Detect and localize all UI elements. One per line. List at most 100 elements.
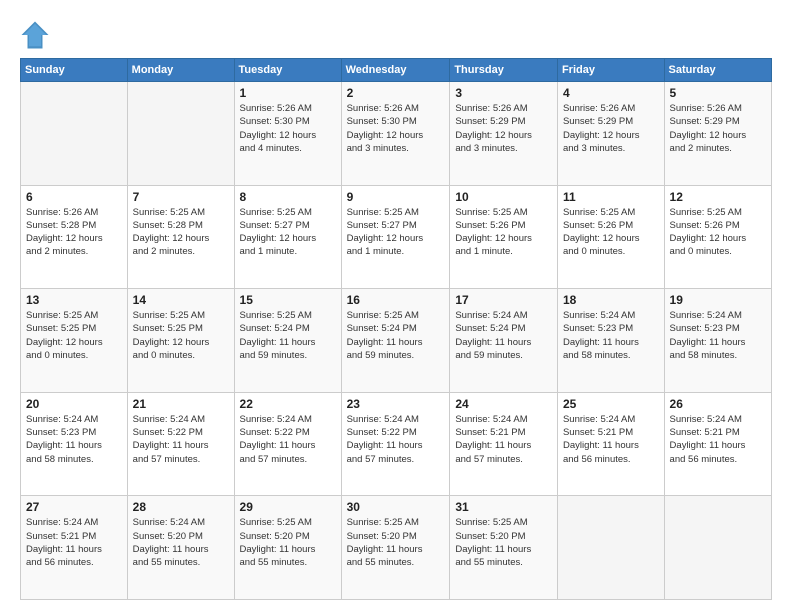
day-detail: Sunrise: 5:26 AM Sunset: 5:29 PM Dayligh… [455,102,552,155]
day-number: 3 [455,86,552,100]
day-detail: Sunrise: 5:24 AM Sunset: 5:24 PM Dayligh… [455,309,552,362]
calendar-cell: 28 Sunrise: 5:24 AM Sunset: 5:20 PM Dayli… [127,496,234,600]
calendar-cell: 2 Sunrise: 5:26 AM Sunset: 5:30 PM Daylig… [341,82,450,186]
weekday-header-wednesday: Wednesday [341,59,450,82]
weekday-header-monday: Monday [127,59,234,82]
day-detail: Sunrise: 5:25 AM Sunset: 5:25 PM Dayligh… [133,309,229,362]
calendar: SundayMondayTuesdayWednesdayThursdayFrid… [20,58,772,600]
day-number: 21 [133,397,229,411]
calendar-cell: 17Sunrise: 5:24 AM Sunset: 5:24 PM Dayli… [450,289,558,393]
weekday-header-tuesday: Tuesday [234,59,341,82]
calendar-cell: 29Sunrise: 5:25 AM Sunset: 5:20 PM Dayli… [234,496,341,600]
day-number: 25 [563,397,659,411]
day-detail: Sunrise: 5:24 AM Sunset: 5:23 PM Dayligh… [670,309,766,362]
calendar-cell [664,496,771,600]
day-number: 13 [26,293,122,307]
day-number: 14 [133,293,229,307]
logo [20,20,54,50]
day-detail: Sunrise: 5:24 AM Sunset: 5:21 PM Dayligh… [26,516,122,569]
calendar-cell: 9 Sunrise: 5:25 AM Sunset: 5:27 PM Daylig… [341,185,450,289]
day-number: 28 [133,500,229,514]
page: SundayMondayTuesdayWednesdayThursdayFrid… [0,0,792,612]
day-number: 9 [347,190,445,204]
calendar-cell: 1Sunrise: 5:26 AM Sunset: 5:30 PM Daylig… [234,82,341,186]
calendar-cell: 4 Sunrise: 5:26 AM Sunset: 5:29 PM Daylig… [557,82,664,186]
calendar-cell [557,496,664,600]
day-detail: Sunrise: 5:25 AM Sunset: 5:26 PM Dayligh… [563,206,659,259]
day-detail: Sunrise: 5:25 AM Sunset: 5:27 PM Dayligh… [347,206,445,259]
day-number: 18 [563,293,659,307]
calendar-cell: 18 Sunrise: 5:24 AM Sunset: 5:23 PM Dayli… [557,289,664,393]
day-number: 23 [347,397,445,411]
weekday-header-saturday: Saturday [664,59,771,82]
calendar-cell: 15Sunrise: 5:25 AM Sunset: 5:24 PM Dayli… [234,289,341,393]
calendar-cell: 6 Sunrise: 5:26 AM Sunset: 5:28 PM Daylig… [21,185,128,289]
day-number: 12 [670,190,766,204]
calendar-cell: 21 Sunrise: 5:24 AM Sunset: 5:22 PM Dayli… [127,392,234,496]
weekday-header-sunday: Sunday [21,59,128,82]
calendar-cell: 26Sunrise: 5:24 AM Sunset: 5:21 PM Dayli… [664,392,771,496]
calendar-cell [21,82,128,186]
calendar-cell: 12Sunrise: 5:25 AM Sunset: 5:26 PM Dayli… [664,185,771,289]
day-detail: Sunrise: 5:26 AM Sunset: 5:28 PM Dayligh… [26,206,122,259]
day-number: 27 [26,500,122,514]
logo-icon [20,20,50,50]
week-row-5: 27 Sunrise: 5:24 AM Sunset: 5:21 PM Dayli… [21,496,772,600]
day-number: 15 [240,293,336,307]
calendar-cell: 13 Sunrise: 5:25 AM Sunset: 5:25 PM Dayli… [21,289,128,393]
week-row-1: 1 Sunrise: 5:26 AM Sunset: 5:30 PM Daylig… [21,82,772,186]
calendar-cell: 7 Sunrise: 5:25 AM Sunset: 5:28 PM Daylig… [127,185,234,289]
day-detail: Sunrise: 5:26 AM Sunset: 5:29 PM Dayligh… [670,102,766,155]
week-row-3: 13 Sunrise: 5:25 AM Sunset: 5:25 PM Dayli… [21,289,772,393]
calendar-cell: 8 Sunrise: 5:25 AM Sunset: 5:27 PM Daylig… [234,185,341,289]
day-number: 16 [347,293,445,307]
day-detail: Sunrise: 5:26 AM Sunset: 5:29 PM Dayligh… [563,102,659,155]
calendar-cell: 19 Sunrise: 5:24 AM Sunset: 5:23 PM Dayli… [664,289,771,393]
day-detail: Sunrise: 5:24 AM Sunset: 5:20 PM Dayligh… [133,516,229,569]
calendar-cell: 23 Sunrise: 5:24 AM Sunset: 5:22 PM Dayli… [341,392,450,496]
day-detail: Sunrise: 5:24 AM Sunset: 5:22 PM Dayligh… [133,413,229,466]
calendar-cell: 30Sunrise: 5:25 AM Sunset: 5:20 PM Dayli… [341,496,450,600]
day-detail: Sunrise: 5:25 AM Sunset: 5:20 PM Dayligh… [240,516,336,569]
calendar-cell: 11 Sunrise: 5:25 AM Sunset: 5:26 PM Dayli… [557,185,664,289]
day-detail: Sunrise: 5:25 AM Sunset: 5:25 PM Dayligh… [26,309,122,362]
day-detail: Sunrise: 5:24 AM Sunset: 5:21 PM Dayligh… [563,413,659,466]
day-detail: Sunrise: 5:24 AM Sunset: 5:21 PM Dayligh… [670,413,766,466]
day-detail: Sunrise: 5:25 AM Sunset: 5:24 PM Dayligh… [347,309,445,362]
day-number: 11 [563,190,659,204]
day-number: 20 [26,397,122,411]
day-detail: Sunrise: 5:25 AM Sunset: 5:20 PM Dayligh… [347,516,445,569]
day-number: 7 [133,190,229,204]
calendar-cell: 31 Sunrise: 5:25 AM Sunset: 5:20 PM Dayli… [450,496,558,600]
calendar-cell: 10Sunrise: 5:25 AM Sunset: 5:26 PM Dayli… [450,185,558,289]
calendar-cell: 16 Sunrise: 5:25 AM Sunset: 5:24 PM Dayli… [341,289,450,393]
day-number: 24 [455,397,552,411]
calendar-cell: 25 Sunrise: 5:24 AM Sunset: 5:21 PM Dayli… [557,392,664,496]
day-detail: Sunrise: 5:24 AM Sunset: 5:22 PM Dayligh… [347,413,445,466]
weekday-header-row: SundayMondayTuesdayWednesdayThursdayFrid… [21,59,772,82]
week-row-2: 6 Sunrise: 5:26 AM Sunset: 5:28 PM Daylig… [21,185,772,289]
day-detail: Sunrise: 5:25 AM Sunset: 5:28 PM Dayligh… [133,206,229,259]
weekday-header-friday: Friday [557,59,664,82]
day-detail: Sunrise: 5:25 AM Sunset: 5:26 PM Dayligh… [455,206,552,259]
day-number: 8 [240,190,336,204]
day-number: 19 [670,293,766,307]
day-number: 6 [26,190,122,204]
calendar-cell: 22Sunrise: 5:24 AM Sunset: 5:22 PM Dayli… [234,392,341,496]
day-detail: Sunrise: 5:25 AM Sunset: 5:20 PM Dayligh… [455,516,552,569]
calendar-cell [127,82,234,186]
day-detail: Sunrise: 5:26 AM Sunset: 5:30 PM Dayligh… [347,102,445,155]
calendar-cell: 5Sunrise: 5:26 AM Sunset: 5:29 PM Daylig… [664,82,771,186]
day-number: 4 [563,86,659,100]
week-row-4: 20Sunrise: 5:24 AM Sunset: 5:23 PM Dayli… [21,392,772,496]
calendar-cell: 14 Sunrise: 5:25 AM Sunset: 5:25 PM Dayli… [127,289,234,393]
weekday-header-thursday: Thursday [450,59,558,82]
day-number: 31 [455,500,552,514]
day-number: 1 [240,86,336,100]
day-detail: Sunrise: 5:25 AM Sunset: 5:27 PM Dayligh… [240,206,336,259]
calendar-cell: 3 Sunrise: 5:26 AM Sunset: 5:29 PM Daylig… [450,82,558,186]
calendar-cell: 20Sunrise: 5:24 AM Sunset: 5:23 PM Dayli… [21,392,128,496]
day-number: 22 [240,397,336,411]
day-detail: Sunrise: 5:24 AM Sunset: 5:23 PM Dayligh… [563,309,659,362]
day-number: 2 [347,86,445,100]
